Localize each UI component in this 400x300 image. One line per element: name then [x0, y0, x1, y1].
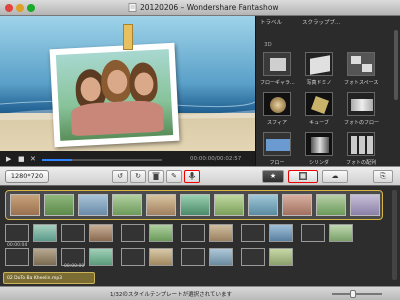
- preview-photo: [49, 42, 180, 148]
- transition-slot[interactable]: [121, 248, 145, 266]
- close-window-button[interactable]: [5, 4, 13, 12]
- audio-track[interactable]: 02 DoTo Ba Kheelin.mp3: [3, 272, 95, 284]
- template-photo-space[interactable]: フォトスペース: [344, 52, 378, 90]
- template-flow[interactable]: フロー: [260, 132, 294, 170]
- title-bar: 20120206 – Wondershare Fantashow: [0, 0, 400, 16]
- template-panel: トラベル スクラップブ... 3D フローギャラ... 写真ドミノ フォトスペー…: [255, 16, 400, 166]
- window-title: 20120206 – Wondershare Fantashow: [140, 3, 279, 12]
- export-button[interactable]: ⎘: [373, 170, 393, 183]
- audio-track-label: 02 DoTo Ba Kheelin.mp3: [7, 276, 63, 281]
- storyboard-clip[interactable]: [89, 248, 113, 266]
- audio-time: 00:00:00: [64, 264, 85, 269]
- storyboard-clip[interactable]: [33, 224, 57, 242]
- transition-slot[interactable]: [181, 248, 205, 266]
- storyboard-clip[interactable]: [33, 248, 57, 266]
- section-label-3d: 3D: [264, 42, 272, 48]
- star-icon[interactable]: ★: [262, 170, 284, 183]
- stop-icon[interactable]: ■: [18, 155, 25, 163]
- storyboard-clip[interactable]: [180, 194, 210, 216]
- edit-button[interactable]: ✎: [166, 170, 182, 183]
- photo-image: [55, 49, 174, 141]
- storyboard-clip[interactable]: [44, 194, 74, 216]
- record-voice-button[interactable]: [184, 170, 200, 183]
- transition-slot[interactable]: [241, 224, 265, 242]
- rotate-right-button[interactable]: ↻: [130, 170, 146, 183]
- tab-scrapbook[interactable]: スクラップブ...: [302, 18, 340, 26]
- template-cylinder[interactable]: シリンダ: [302, 132, 336, 170]
- selected-photo-row: [5, 190, 383, 220]
- template-view-button[interactable]: [288, 170, 318, 183]
- zoom-window-button[interactable]: [27, 4, 35, 12]
- transition-slot[interactable]: [181, 224, 205, 242]
- preview-canvas: [0, 16, 255, 151]
- storyboard-clip[interactable]: [269, 224, 293, 242]
- template-photo-array[interactable]: フォトの配列: [344, 132, 378, 170]
- timecode: 00:00:00/00:02:57: [190, 156, 242, 162]
- template-flow-gallery[interactable]: フローギャラ...: [260, 52, 295, 90]
- document-icon: [128, 3, 137, 12]
- zoom-slider-knob[interactable]: [350, 290, 356, 298]
- status-bar: 1/32のスタイルテンプレートが選択されています: [0, 286, 400, 300]
- transition-slot[interactable]: [241, 248, 265, 266]
- tab-travel[interactable]: トラベル: [260, 18, 282, 26]
- storyboard: 00:00:04 02 DoTo Ba Kheelin.mp3 00:00:00: [0, 186, 400, 286]
- storyboard-clip[interactable]: [146, 194, 176, 216]
- template-scrollbar[interactable]: [394, 30, 398, 100]
- transition-slot[interactable]: [301, 224, 325, 242]
- template-cube[interactable]: キューブ: [302, 92, 336, 130]
- template-photo-flow[interactable]: フォトのフロー: [344, 92, 379, 130]
- clothespin-decoration: [123, 24, 133, 50]
- transition-slot[interactable]: [61, 224, 85, 242]
- resolution-selector[interactable]: 1280*720: [5, 170, 49, 183]
- main-toolbar: 1280*720 ↺ ↻ ✎ ★ ☁ ⎘: [0, 166, 400, 186]
- storyboard-clip[interactable]: [269, 248, 293, 266]
- transition-slot[interactable]: [5, 224, 29, 242]
- storyboard-clip[interactable]: [149, 248, 173, 266]
- playback-bar: ▶ ■ ✕ 00:00:00/00:02:57: [0, 151, 255, 166]
- storyboard-scrollbar[interactable]: [392, 190, 397, 280]
- playback-progress[interactable]: [42, 159, 162, 161]
- template-sphere[interactable]: スフィア: [260, 92, 294, 130]
- minimize-window-button[interactable]: [16, 4, 24, 12]
- storyboard-clip[interactable]: [209, 248, 233, 266]
- transition-slot[interactable]: [5, 248, 29, 266]
- storyboard-clip[interactable]: [248, 194, 278, 216]
- storyboard-clip[interactable]: [350, 194, 380, 216]
- storyboard-clip[interactable]: [89, 224, 113, 242]
- storyboard-clip[interactable]: [112, 194, 142, 216]
- rotate-left-button[interactable]: ↺: [112, 170, 128, 183]
- storyboard-clip[interactable]: [78, 194, 108, 216]
- storyboard-clip[interactable]: [329, 224, 353, 242]
- play-icon[interactable]: ▶: [6, 155, 11, 163]
- template-tabs: トラベル スクラップブ...: [256, 16, 400, 28]
- storyboard-clip[interactable]: [149, 224, 173, 242]
- storyboard-clip[interactable]: [214, 194, 244, 216]
- storyboard-clip[interactable]: [282, 194, 312, 216]
- template-photo-domino[interactable]: 写真ドミノ: [302, 52, 336, 90]
- storyboard-clip[interactable]: [209, 224, 233, 242]
- delete-button[interactable]: [148, 170, 164, 183]
- trash-icon: [152, 172, 160, 180]
- microphone-icon: [188, 172, 196, 180]
- storyboard-clip[interactable]: [10, 194, 40, 216]
- transition-slot[interactable]: [121, 224, 145, 242]
- storyboard-clip[interactable]: [316, 194, 346, 216]
- zoom-slider[interactable]: [332, 290, 382, 298]
- caption-button[interactable]: ☁: [322, 170, 348, 183]
- film-icon: [299, 172, 307, 180]
- close-icon[interactable]: ✕: [30, 155, 36, 163]
- status-message: 1/32のスタイルテンプレートが選択されています: [110, 292, 233, 298]
